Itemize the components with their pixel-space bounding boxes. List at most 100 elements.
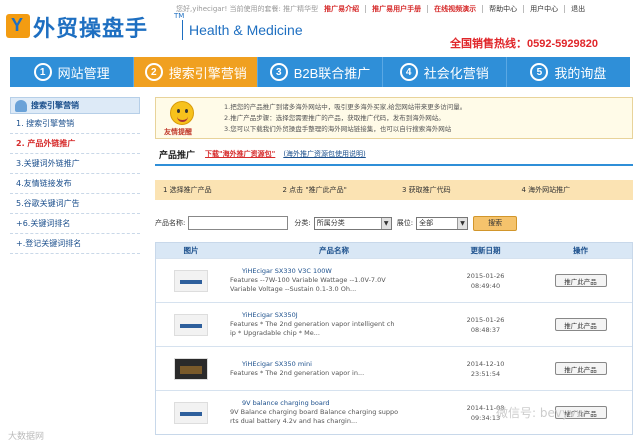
table-row: YiHEcigar SX330 V3C 100W Features --7W-1…: [156, 258, 632, 302]
sales-hotline: 全国销售热线：0592-5929820: [450, 38, 598, 50]
promote-button[interactable]: 推广此产品: [554, 274, 607, 287]
sidebar-title: 搜索引擎营销: [31, 101, 79, 110]
divider: [523, 5, 525, 13]
resource-help-link[interactable]: (海外推广资源包使用说明): [283, 149, 365, 159]
time-value: 23:51:54: [470, 369, 501, 378]
main-content: 友情提醒 1.把您的产品推广到诸多海外网站中，吸引更多海外买家,给您网站带来更多…: [155, 97, 633, 435]
nav-number: 3: [269, 63, 288, 81]
search-button[interactable]: 搜索: [473, 215, 518, 231]
table-row: YiHEcigar SX350 mini Features * The 2nd …: [156, 346, 632, 390]
tips-text: 1.把您的产品推广到诸多海外网站中，吸引更多海外买家,给您网站带来更多访问量。 …: [224, 102, 466, 135]
date-value: 2015-01-26: [466, 271, 505, 280]
sidebar-item-register-ranking[interactable]: +.登记关键词排名: [10, 234, 140, 254]
logo-subtitle: Health & Medicine: [189, 22, 303, 38]
nav-number: 5: [530, 63, 549, 81]
promote-button[interactable]: 推广此产品: [554, 362, 607, 375]
users-icon: [15, 99, 27, 112]
step-3: 3 获取推广代码: [402, 186, 451, 194]
logo-mark: Y: [6, 14, 30, 38]
time-value: 08:49:40: [470, 281, 501, 290]
tips-panel: 友情提醒 1.把您的产品推广到诸多海外网站中，吸引更多海外买家,给您网站带来更多…: [155, 97, 633, 139]
update-date: 2014-12-10 23:51:54: [442, 359, 529, 379]
top-link-intro[interactable]: 推广易介绍: [324, 4, 359, 14]
top-link-logout[interactable]: 退出: [571, 4, 585, 14]
nav-label: 社会化营销: [423, 65, 489, 81]
nav-my-inquiries[interactable]: 5 我的询盘: [507, 57, 630, 87]
nav-b2b-promotion[interactable]: 3 B2B联合推广: [258, 57, 383, 87]
top-link-video[interactable]: 在线视频演示: [434, 4, 476, 14]
product-desc: Features * The 2nd generation vapor inte…: [230, 320, 395, 328]
product-desc: ip * Upgradable chip * Me...: [230, 329, 320, 337]
chevron-down-icon: ▼: [457, 217, 468, 229]
tip-line: 1.把您的产品推广到诸多海外网站中，吸引更多海外买家,给您网站带来更多访问量。: [224, 103, 467, 111]
divider: [564, 5, 566, 13]
top-link-help[interactable]: 帮助中心: [489, 4, 517, 14]
sidebar-header: 搜索引擎营销: [10, 97, 140, 114]
product-name[interactable]: YiHEcigar SX330 V3C 100W: [242, 267, 442, 276]
product-desc: Features * The 2nd generation vapor in..…: [230, 368, 365, 377]
category-label: 分类:: [294, 219, 311, 227]
section-header: 产品推广 下载"海外推广资源包" (海外推广资源包使用说明): [155, 144, 633, 166]
category-select[interactable]: 所属分类 ▼: [313, 216, 392, 230]
nav-label: 网站管理: [57, 65, 110, 81]
section-title: 产品推广: [159, 150, 196, 161]
product-thumbnail[interactable]: [174, 313, 208, 336]
tip-line: 3.您可以下载我们外贸操盘手整理的海外网站链接集，也可以自行搜索海外网站: [224, 125, 452, 133]
category-value: 所属分类: [316, 219, 345, 227]
nav-number: 1: [33, 63, 52, 81]
tips-label: 友情提醒: [164, 128, 192, 136]
sidebar-item-keyword-ranking[interactable]: +6.关键词排名: [10, 214, 140, 234]
product-info: YiHEcigar SX350 mini Features * The 2nd …: [226, 360, 442, 378]
date-value: 2014-12-10: [466, 359, 505, 368]
step-2: 2 点击 "推广此产品": [282, 186, 347, 194]
header: Y 外贸操盘手 TM Health & Medicine 您好,yiheciga…: [0, 0, 640, 56]
promote-button[interactable]: 推广此产品: [554, 318, 607, 331]
step-1: 1 选择推广产品: [163, 186, 212, 194]
product-thumbnail[interactable]: [174, 357, 208, 380]
sidebar: 搜索引擎营销 1. 搜索引擎营销 2. 产品外链推广 3.关键词外链推广 4.友…: [10, 97, 140, 254]
filter-bar: 产品名称: 分类: 所属分类 ▼ 展位: 全部 ▼ 搜索: [155, 214, 633, 232]
nav-website-management[interactable]: 1 网站管理: [10, 57, 135, 87]
divider: [365, 5, 367, 13]
table-row: YiHEcigar SX350J Features * The 2nd gene…: [156, 302, 632, 346]
col-action: 操作: [573, 246, 588, 255]
update-date: 2015-01-26 08:48:37: [442, 315, 529, 335]
time-value: 08:48:37: [470, 325, 501, 334]
tip-line: 2.推广产品步骤：选择您需要推广的产品，获取推广代码，发布到海外网站。: [224, 114, 445, 122]
product-thumbnail[interactable]: [174, 401, 208, 424]
product-desc: Features --7W-100 Variable Wattage --1.0…: [230, 276, 386, 284]
nav-number: 4: [399, 63, 418, 81]
logo-divider: [182, 20, 183, 40]
product-thumbnail[interactable]: [174, 269, 208, 292]
sidebar-item-friend-links[interactable]: 4.友情链接发布: [10, 174, 140, 194]
sidebar-item-keyword-links[interactable]: 3.关键词外链推广: [10, 154, 140, 174]
step-4: 4 海外网站推广: [521, 186, 571, 194]
welcome-text: 您好,yihecigar! 当前使用的套餐: 推广精华型: [176, 5, 319, 13]
product-info: 9V balance charging board 9V Balance cha…: [226, 399, 442, 426]
download-resource-link[interactable]: 下载"海外推广资源包": [205, 149, 275, 159]
col-update-date: 更新日期: [470, 246, 501, 255]
sidebar-item-google-ads[interactable]: 5.谷歌关键词广告: [10, 194, 140, 214]
nav-label: 我的询盘: [554, 65, 607, 81]
nav-social-marketing[interactable]: 4 社会化营销: [383, 57, 507, 87]
product-name[interactable]: YiHEcigar SX350J: [242, 311, 442, 320]
product-name[interactable]: YiHEcigar SX350 mini: [242, 360, 442, 369]
sidebar-item-seo[interactable]: 1. 搜索引擎营销: [10, 114, 140, 134]
product-desc: rts dual battery 4.2v and has chargin...: [230, 417, 358, 425]
col-image: 图片: [183, 246, 199, 255]
sidebar-item-product-links[interactable]: 2. 产品外链推广: [10, 134, 140, 154]
chevron-down-icon: ▼: [380, 217, 391, 229]
nav-number: 2: [144, 63, 163, 81]
product-name-input[interactable]: [188, 216, 289, 230]
logo-text: 外贸操盘手: [33, 16, 149, 41]
top-link-manual[interactable]: 推广易用户手册: [372, 4, 421, 14]
product-info: YiHEcigar SX330 V3C 100W Features --7W-1…: [226, 267, 442, 294]
display-select[interactable]: 全部 ▼: [416, 216, 469, 230]
top-bar: 您好,yihecigar! 当前使用的套餐: 推广精华型 推广易介绍 推广易用户…: [176, 3, 636, 15]
divider: [482, 5, 484, 13]
product-name[interactable]: 9V balance charging board: [242, 399, 442, 408]
nav-search-engine-marketing[interactable]: 2 搜索引擎营销: [134, 57, 259, 87]
top-link-user-center[interactable]: 用户中心: [530, 4, 558, 14]
watermark-right: 微信号: bevyvw: [496, 406, 586, 420]
watermark-left: 大数据网: [8, 432, 45, 442]
